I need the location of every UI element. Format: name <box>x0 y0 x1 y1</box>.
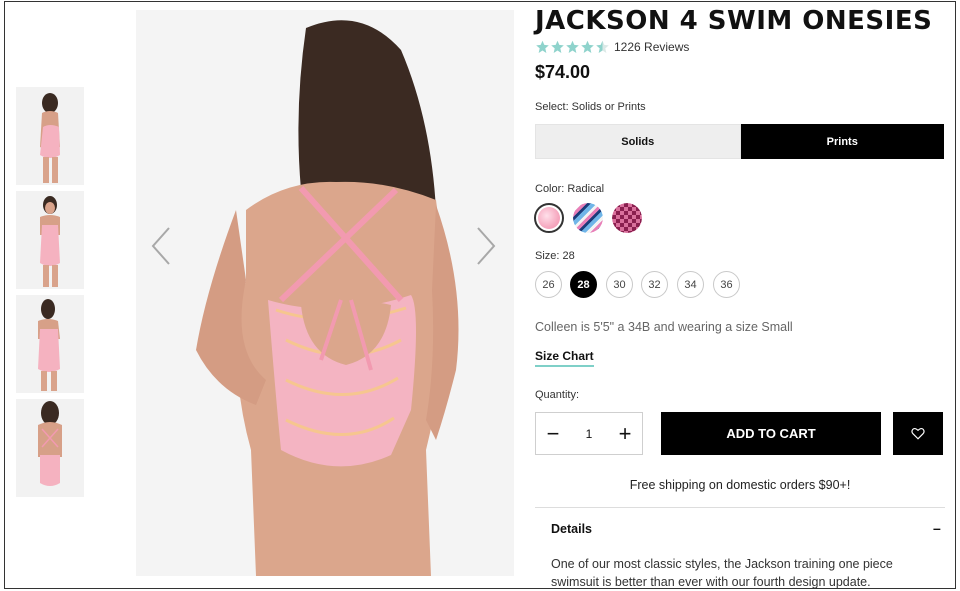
size-option-26[interactable]: 26 <box>535 271 562 298</box>
thumbnail-1[interactable] <box>16 87 84 185</box>
swatch-radical[interactable] <box>534 203 564 233</box>
color-label: Color: Radical <box>535 183 605 195</box>
main-product-image <box>136 10 514 576</box>
half-star-icon <box>596 40 609 54</box>
thumbnail-2[interactable] <box>16 191 84 289</box>
chevron-right-icon <box>477 227 496 265</box>
size-option-36[interactable]: 36 <box>713 271 740 298</box>
star-icon <box>536 40 549 54</box>
shipping-note: Free shipping on domestic orders $90+! <box>629 478 851 492</box>
quantity-decrease-button[interactable]: − <box>544 422 562 445</box>
heart-icon <box>911 428 925 440</box>
quantity-increase-button[interactable]: + <box>616 422 634 445</box>
wishlist-button[interactable] <box>893 412 943 455</box>
details-description: One of our most classic styles, the Jack… <box>551 557 893 589</box>
product-price: $74.00 <box>535 62 591 82</box>
divider <box>535 507 945 508</box>
add-to-cart-button[interactable]: ADD TO CART <box>661 412 881 455</box>
quantity-value[interactable]: 1 <box>586 427 593 441</box>
prev-image-arrow[interactable] <box>141 224 181 268</box>
product-title: JACKSON 4 SWIM ONESIES <box>535 6 933 36</box>
details-heading[interactable]: Details <box>551 522 592 536</box>
star-icon <box>581 40 594 54</box>
size-label: Size: 28 <box>535 250 575 262</box>
thumbnail-4[interactable] <box>16 399 84 497</box>
size-option-30[interactable]: 30 <box>606 271 633 298</box>
chevron-left-icon <box>151 227 170 265</box>
select-label: Select: Solids or Prints <box>535 101 646 113</box>
solids-prints-toggle: Solids Prints <box>535 124 944 159</box>
thumbnail-3[interactable] <box>16 295 84 393</box>
rating-row[interactable]: 1226 Reviews <box>535 40 689 54</box>
swatch-stripe[interactable] <box>573 203 603 233</box>
quantity-label: Quantity: <box>535 389 580 401</box>
swatch-check[interactable] <box>612 203 642 233</box>
star-icon <box>566 40 579 54</box>
size-option-32[interactable]: 32 <box>641 271 668 298</box>
review-count[interactable]: 1226 Reviews <box>614 40 689 54</box>
star-icon <box>551 40 564 54</box>
rating-stars <box>535 40 610 54</box>
model-note: Colleen is 5'5" a 34B and wearing a size… <box>535 320 793 334</box>
details-collapse-icon[interactable]: – <box>933 520 941 536</box>
quantity-stepper: − 1 + <box>535 412 643 455</box>
size-option-34[interactable]: 34 <box>677 271 704 298</box>
solids-option[interactable]: Solids <box>535 124 741 159</box>
size-option-28[interactable]: 28 <box>570 271 597 298</box>
size-chart-link[interactable]: Size Chart <box>535 349 594 367</box>
prints-option[interactable]: Prints <box>740 124 944 159</box>
next-image-arrow[interactable] <box>466 224 506 268</box>
